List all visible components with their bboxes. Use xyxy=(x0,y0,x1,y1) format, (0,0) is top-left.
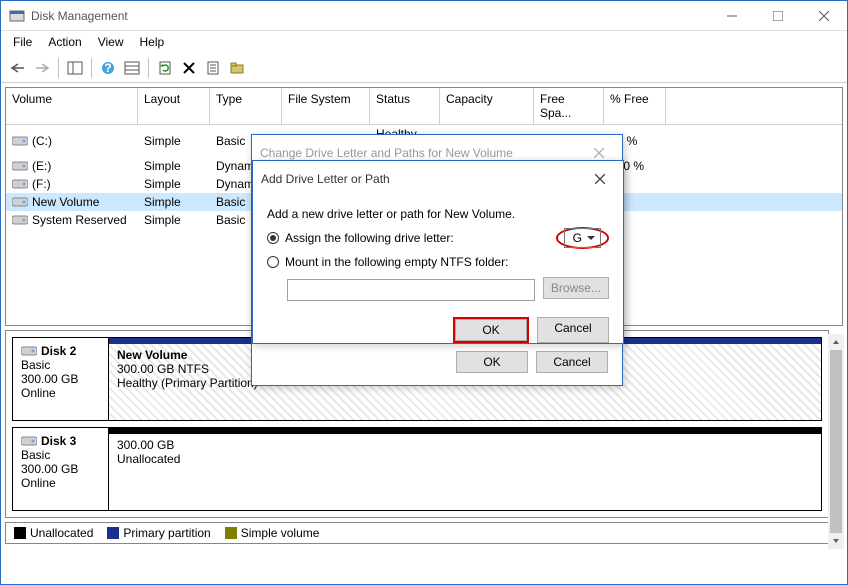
menubar: File Action View Help xyxy=(1,31,847,53)
forward-button[interactable] xyxy=(31,57,53,79)
disk-management-window: Disk Management File Action View Help ? … xyxy=(0,0,848,585)
col-layout[interactable]: Layout xyxy=(138,88,210,124)
window-title: Disk Management xyxy=(31,9,709,23)
action-button[interactable] xyxy=(226,57,248,79)
dialog-title-text: Add Drive Letter or Path xyxy=(261,172,585,186)
col-freespace[interactable]: Free Spa... xyxy=(534,88,604,124)
toolbar: ? xyxy=(1,53,847,83)
disk-partition-bar[interactable]: 300.00 GBUnallocated xyxy=(109,428,821,510)
back-button[interactable] xyxy=(7,57,29,79)
menu-action[interactable]: Action xyxy=(40,33,89,51)
col-filesystem[interactable]: File System xyxy=(282,88,370,124)
volume-list-header: Volume Layout Type File System Status Ca… xyxy=(6,88,842,125)
dialog-close-button[interactable] xyxy=(585,167,615,191)
scroll-up-button[interactable] xyxy=(828,334,844,350)
svg-text:?: ? xyxy=(104,61,111,75)
settings-button[interactable] xyxy=(121,57,143,79)
legend-primary-partition: Primary partition xyxy=(107,526,210,540)
refresh-button[interactable] xyxy=(154,57,176,79)
dialog-body: Add a new drive letter or path for New V… xyxy=(253,197,623,357)
col-spacer xyxy=(666,88,842,124)
close-button[interactable] xyxy=(801,1,847,30)
disk-block[interactable]: Disk 3Basic300.00 GBOnline300.00 GBUnall… xyxy=(12,427,822,511)
inner-ok-button[interactable]: OK xyxy=(455,319,527,341)
legend-simple-volume: Simple volume xyxy=(225,526,320,540)
scroll-down-button[interactable] xyxy=(828,533,844,549)
legend: Unallocated Primary partition Simple vol… xyxy=(5,522,829,544)
app-icon xyxy=(9,8,25,24)
radio-assign-label: Assign the following drive letter: xyxy=(285,231,454,245)
legend-unallocated: Unallocated xyxy=(14,526,93,540)
instruction-text: Add a new drive letter or path for New V… xyxy=(267,207,609,221)
radio-mount-folder[interactable] xyxy=(267,256,279,268)
browse-button[interactable]: Browse... xyxy=(543,277,609,299)
menu-file[interactable]: File xyxy=(5,33,40,51)
radio-mount-label: Mount in the following empty NTFS folder… xyxy=(285,255,508,269)
dialog-titlebar-active[interactable]: Add Drive Letter or Path xyxy=(253,161,623,197)
dialog-add-drive-letter: Add Drive Letter or Path Add a new drive… xyxy=(252,160,624,344)
col-capacity[interactable]: Capacity xyxy=(440,88,534,124)
col-type[interactable]: Type xyxy=(210,88,282,124)
show-hide-console-tree-button[interactable] xyxy=(64,57,86,79)
scroll-thumb[interactable] xyxy=(830,350,842,533)
col-volume[interactable]: Volume xyxy=(6,88,138,124)
col-pctfree[interactable]: % Free xyxy=(604,88,666,124)
delete-button[interactable] xyxy=(178,57,200,79)
maximize-button[interactable] xyxy=(755,1,801,30)
dialog-title-text: Change Drive Letter and Paths for New Vo… xyxy=(260,146,584,160)
minimize-button[interactable] xyxy=(709,1,755,30)
highlight-ellipse: G xyxy=(556,227,609,249)
window-buttons xyxy=(709,1,847,30)
help-button[interactable]: ? xyxy=(97,57,119,79)
titlebar: Disk Management xyxy=(1,1,847,31)
disk-info: Disk 2Basic300.00 GBOnline xyxy=(13,338,109,420)
col-status[interactable]: Status xyxy=(370,88,440,124)
vertical-scrollbar[interactable] xyxy=(828,334,844,549)
inner-cancel-button[interactable]: Cancel xyxy=(537,317,609,343)
drive-letter-combo[interactable]: G xyxy=(564,228,601,248)
properties-button[interactable] xyxy=(202,57,224,79)
menu-view[interactable]: View xyxy=(90,33,132,51)
radio-assign-letter[interactable] xyxy=(267,232,279,244)
disk-info: Disk 3Basic300.00 GBOnline xyxy=(13,428,109,510)
menu-help[interactable]: Help xyxy=(132,33,173,51)
highlight-box: OK xyxy=(453,317,529,343)
folder-path-input[interactable] xyxy=(287,279,535,301)
